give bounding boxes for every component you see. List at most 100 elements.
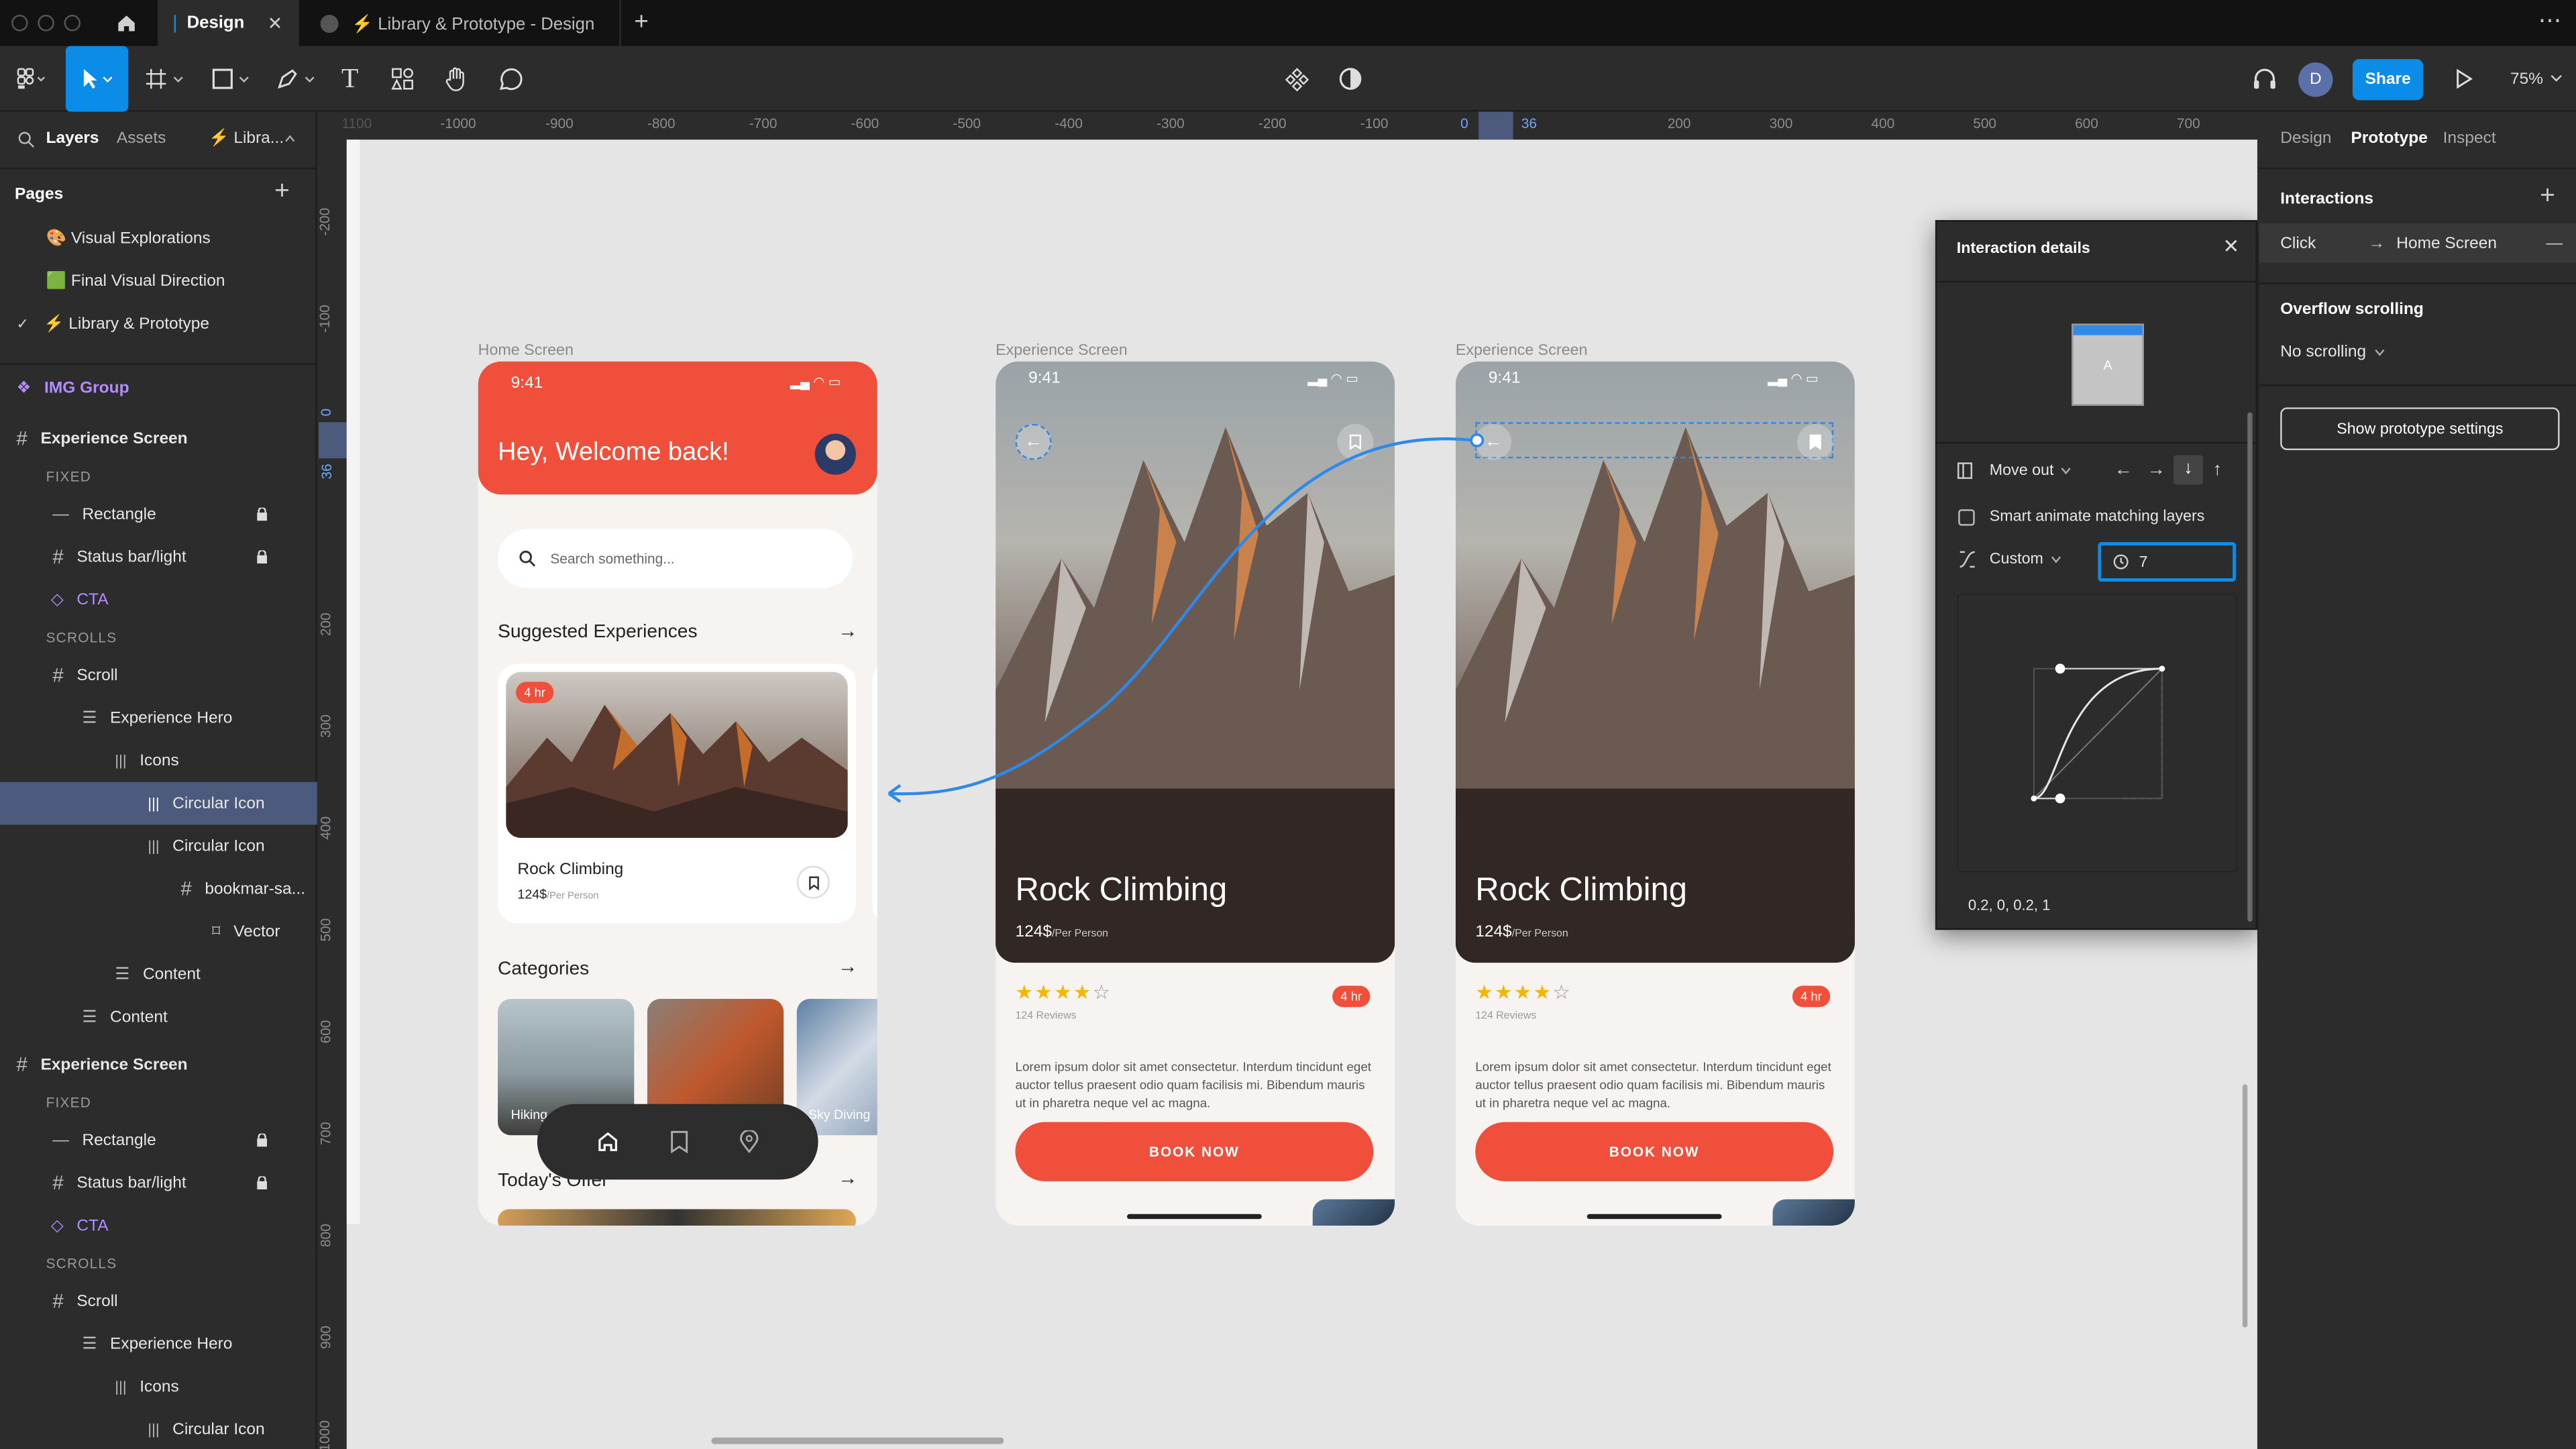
window-close-dot[interactable]	[11, 15, 28, 32]
add-interaction-icon[interactable]: +	[2540, 182, 2555, 212]
text-tool-button[interactable]: T	[333, 56, 366, 102]
audio-button[interactable]	[2247, 56, 2280, 102]
layer-row[interactable]: ☰ Experience Hero	[0, 1322, 317, 1365]
layer-row[interactable]: ☰ Content	[0, 953, 317, 996]
component-tool-button[interactable]	[1280, 56, 1313, 102]
layer-row[interactable]: — Rectangle	[0, 1119, 317, 1162]
easing-dropdown[interactable]: Custom	[1958, 550, 2061, 568]
vertical-scrollbar[interactable]	[2242, 1084, 2248, 1328]
hand-tool-button[interactable]	[440, 56, 473, 102]
layer-row[interactable]: # Status bar/light	[0, 535, 317, 578]
resources-tool-button[interactable]	[386, 56, 419, 102]
divider	[1937, 280, 2259, 283]
layer-row[interactable]: ||| Circular Icon	[0, 824, 317, 867]
smart-animate-checkbox[interactable]: Smart animate matching layers	[1958, 508, 2204, 526]
horizontal-scrollbar[interactable]	[711, 1437, 1004, 1444]
left-panel-tabs: Layers Assets ⚡ Libra...	[0, 112, 317, 168]
tab-assets[interactable]: Assets	[117, 129, 166, 148]
layer-row[interactable]: ☰ Experience Hero	[0, 696, 317, 739]
layer-label: Status bar/light	[76, 547, 186, 566]
tab-inspect[interactable]: Inspect	[2443, 129, 2496, 148]
user-avatar[interactable]: D	[2298, 62, 2333, 97]
overflow-heading: Overflow scrolling	[2280, 301, 2424, 319]
layer-row[interactable]: ❖ IMG Group	[0, 366, 317, 409]
comment-tool-button[interactable]	[493, 56, 526, 102]
layer-row[interactable]: ◇ CTA	[0, 578, 317, 621]
layer-row[interactable]: ||| Circular Icon	[0, 1408, 317, 1449]
layer-row[interactable]: # Experience Screen	[0, 1043, 317, 1086]
tab-design[interactable]: Design ✕	[158, 0, 299, 46]
present-button[interactable]	[2449, 56, 2479, 102]
zoom-dropdown[interactable]: 75%	[2504, 56, 2569, 102]
ruler-tick: -200	[1258, 115, 1287, 131]
layer-row[interactable]: ☰ Content	[0, 996, 317, 1038]
layer-row[interactable]: — Rectangle	[0, 493, 317, 536]
popover-scrollbar[interactable]	[2247, 412, 2253, 922]
close-icon[interactable]: ✕	[2222, 235, 2239, 258]
new-tab-icon[interactable]: +	[634, 8, 648, 36]
tab-library[interactable]: ⚡ Libra...	[209, 129, 284, 148]
layer-row[interactable]: ◇ CTA	[0, 1204, 317, 1247]
tab-design[interactable]: Design	[2280, 129, 2331, 148]
more-icon[interactable]: ⋯	[2538, 7, 2563, 35]
lock-icon[interactable]	[256, 550, 268, 564]
home-tab[interactable]	[99, 0, 154, 46]
arrow-down-icon[interactable]: ↓	[2174, 455, 2204, 485]
pen-tool-button[interactable]	[273, 56, 322, 102]
ruler-horizontal: 1100 -1000 -900 -800 -700 -600 -500 -400…	[319, 111, 2257, 140]
remove-interaction-icon[interactable]: —	[2546, 234, 2562, 252]
window-minimize-dot[interactable]	[38, 15, 54, 32]
tab-file[interactable]: ⚡ Library & Prototype - Design	[304, 0, 621, 46]
share-button[interactable]: Share	[2352, 59, 2424, 101]
search-icon[interactable]	[18, 131, 35, 148]
shape-tool-button[interactable]	[207, 56, 256, 102]
lock-icon[interactable]	[256, 507, 268, 521]
theme-toggle-button[interactable]	[1334, 56, 1367, 102]
frame-layer-icon: #	[52, 1171, 64, 1195]
interaction-row[interactable]: Click → Home Screen —	[2259, 223, 2576, 263]
close-tab-icon[interactable]: ✕	[268, 12, 283, 34]
layer-row[interactable]: ||| Icons	[0, 739, 317, 782]
layer-row[interactable]: # Scroll	[0, 654, 317, 697]
chevron-up-icon[interactable]	[284, 135, 296, 143]
page-item[interactable]: 🎨 Visual Explorations	[0, 217, 317, 260]
lock-icon[interactable]	[256, 1176, 268, 1190]
overflow-dropdown[interactable]: No scrolling	[2280, 343, 2385, 362]
bezier-curve[interactable]	[2024, 655, 2171, 806]
interaction-details-popover: Interaction details ✕ A Move out ← → ↓ ↑…	[1935, 220, 2259, 930]
tab-layers[interactable]: Layers	[46, 129, 99, 148]
add-page-icon[interactable]: +	[274, 177, 290, 207]
layer-row-selected[interactable]: ||| Circular Icon	[0, 782, 317, 825]
layer-row[interactable]: # Experience Screen	[0, 417, 317, 460]
page-item-current[interactable]: ✓ ⚡ Library & Prototype	[0, 303, 317, 345]
show-prototype-settings-button[interactable]: Show prototype settings	[2280, 407, 2560, 451]
layer-row[interactable]: # Scroll	[0, 1280, 317, 1323]
layer-label: Circular Icon	[172, 1420, 265, 1439]
duration-input[interactable]: 7	[2098, 542, 2237, 582]
layer-row[interactable]: ||| Icons	[0, 1365, 317, 1408]
bezier-editor[interactable]	[1956, 593, 2238, 873]
tab-prototype[interactable]: Prototype	[2351, 129, 2428, 148]
layer-row[interactable]: # Status bar/light	[0, 1161, 317, 1204]
layer-label: Experience Screen	[40, 1055, 188, 1074]
frame-tool-button[interactable]	[142, 56, 191, 102]
ruler-tick: 400	[317, 816, 334, 840]
autolayout-icon: ☰	[82, 1334, 97, 1353]
main-menu-button[interactable]	[7, 56, 56, 102]
page-item[interactable]: 🟩 Final Visual Direction	[0, 260, 317, 303]
arrow-left-icon[interactable]: ←	[2114, 460, 2133, 480]
easing-icon	[1960, 551, 1975, 568]
ruler-tick: 300	[1769, 115, 1793, 131]
layer-row[interactable]: # bookmar-sa...	[0, 867, 317, 910]
window-zoom-dot[interactable]	[64, 15, 81, 32]
timer-icon	[2113, 554, 2129, 570]
layer-label: CTA	[76, 1216, 109, 1235]
ruler-tick: -1000	[440, 115, 476, 131]
move-tool-button[interactable]	[65, 46, 129, 112]
play-file-icon	[320, 13, 339, 32]
arrow-up-icon[interactable]: ↑	[2213, 460, 2222, 480]
lock-icon[interactable]	[256, 1133, 268, 1147]
animation-dropdown[interactable]: Move out	[1957, 462, 2072, 480]
arrow-right-icon[interactable]: →	[2147, 460, 2165, 480]
layer-row[interactable]: ⌑ Vector	[0, 910, 317, 953]
